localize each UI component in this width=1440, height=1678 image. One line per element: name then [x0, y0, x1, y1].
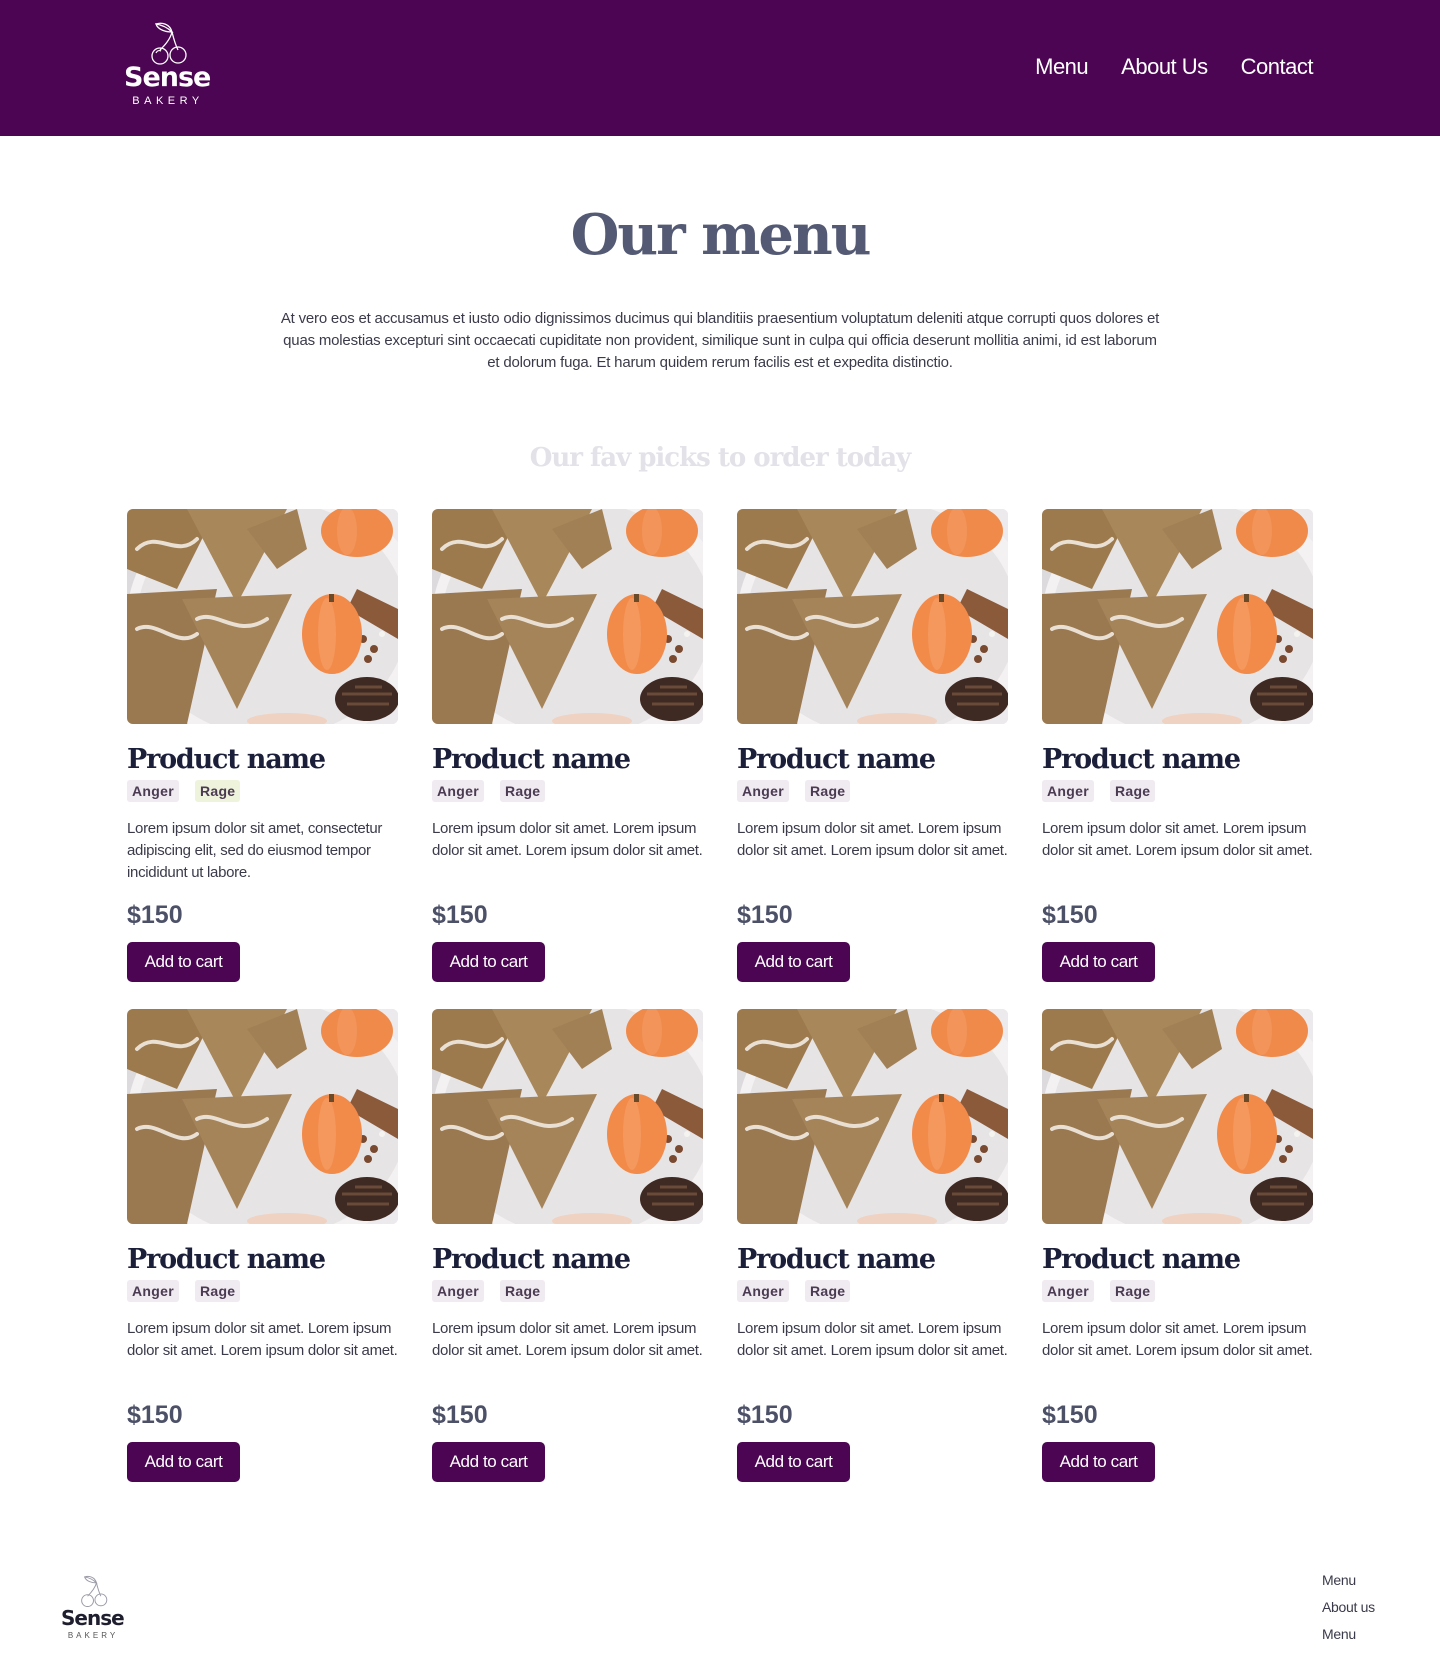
brand-tagline: BAKERY [132, 95, 204, 107]
cherry-icon [81, 1575, 108, 1608]
product-card: Product name Anger Rage Lorem ipsum dolo… [737, 1009, 1008, 1482]
tag-badge: Anger [737, 780, 789, 802]
add-to-cart-button[interactable]: Add to cart [737, 1442, 850, 1482]
product-name: Product name [432, 1244, 631, 1275]
product-price: $150 [737, 901, 793, 929]
tag-badge: Anger [127, 1280, 179, 1302]
product-card: Product name Anger Rage Lorem ipsum dolo… [127, 509, 398, 982]
product-name: Product name [1042, 744, 1241, 775]
tag-badge: Rage [1109, 1280, 1156, 1302]
product-price: $150 [432, 1401, 488, 1429]
product-image [1042, 509, 1313, 724]
product-description: Lorem ipsum dolor sit amet. Lorem ipsum … [432, 820, 703, 859]
product-tags: Anger Rage [1042, 780, 1313, 802]
add-to-cart-button[interactable]: Add to cart [1042, 1442, 1155, 1482]
product-card: Product name Anger Rage Lorem ipsum dolo… [737, 509, 1008, 982]
product-image [127, 1009, 398, 1224]
product-description: Lorem ipsum dolor sit amet, consectetur … [127, 820, 383, 881]
add-to-cart-button[interactable]: Add to cart [127, 942, 240, 982]
footer-nav: Menu About us Menu [1322, 1570, 1375, 1644]
main-nav: Menu About Us Contact [1035, 50, 1313, 84]
product-name: Product name [432, 744, 631, 775]
product-card: Product name Anger Rage Lorem ipsum dolo… [1042, 509, 1313, 982]
product-price: $150 [737, 1401, 793, 1429]
product-card: Product name Anger Rage Lorem ipsum dolo… [432, 509, 703, 982]
product-tags: Anger Rage [432, 1280, 703, 1302]
page-title: Our menu [570, 202, 872, 268]
cherry-icon [151, 22, 187, 65]
tag-badge: Rage [194, 780, 241, 802]
product-description: Lorem ipsum dolor sit amet. Lorem ipsum … [432, 1320, 703, 1359]
footer-brand-name: Sense [61, 1606, 125, 1630]
brand-logo[interactable]: Sense BAKERY [124, 20, 211, 116]
tag-badge: Anger [432, 1280, 484, 1302]
product-image [737, 1009, 1008, 1224]
product-price: $150 [1042, 1401, 1098, 1429]
product-description: Lorem ipsum dolor sit amet. Lorem ipsum … [1042, 1320, 1313, 1359]
product-image [737, 509, 1008, 724]
tag-badge: Anger [432, 780, 484, 802]
product-image [127, 509, 398, 724]
product-tags: Anger Rage [1042, 1280, 1313, 1302]
tag-badge: Anger [1042, 1280, 1094, 1302]
footer-logo[interactable]: Sense BAKERY [61, 1574, 125, 1644]
tag-badge: Rage [499, 1280, 546, 1302]
add-to-cart-button[interactable]: Add to cart [737, 942, 850, 982]
product-card: Product name Anger Rage Lorem ipsum dolo… [432, 1009, 703, 1482]
brand-name: Sense [124, 62, 211, 93]
product-image [432, 509, 703, 724]
add-to-cart-button[interactable]: Add to cart [432, 1442, 545, 1482]
add-to-cart-button[interactable]: Add to cart [1042, 942, 1155, 982]
tag-badge: Rage [194, 1280, 241, 1302]
tag-badge: Anger [127, 780, 179, 802]
intro-text: At vero eos et accusamus et iusto odio d… [280, 310, 1160, 371]
product-description: Lorem ipsum dolor sit amet. Lorem ipsum … [1042, 820, 1313, 859]
tag-badge: Rage [804, 780, 851, 802]
product-tags: Anger Rage [127, 780, 398, 802]
product-name: Product name [737, 1244, 936, 1275]
product-price: $150 [127, 901, 183, 929]
product-name: Product name [127, 1244, 326, 1275]
tag-badge: Rage [499, 780, 546, 802]
product-tags: Anger Rage [737, 780, 1008, 802]
product-card: Product name Anger Rage Lorem ipsum dolo… [1042, 1009, 1313, 1482]
product-description: Lorem ipsum dolor sit amet. Lorem ipsum … [737, 1320, 1008, 1359]
site-header: Sense BAKERY Menu About Us Contact [0, 0, 1440, 136]
footer-brand-tagline: BAKERY [67, 1631, 119, 1640]
footer-link-about-us[interactable]: About us [1322, 1597, 1375, 1617]
nav-about-us[interactable]: About Us [1121, 50, 1208, 84]
tag-badge: Rage [804, 1280, 851, 1302]
footer-link-menu[interactable]: Menu [1322, 1570, 1375, 1590]
nav-menu[interactable]: Menu [1035, 50, 1089, 84]
product-image [432, 1009, 703, 1224]
product-tags: Anger Rage [432, 780, 703, 802]
nav-contact[interactable]: Contact [1241, 50, 1314, 84]
tag-badge: Anger [1042, 780, 1094, 802]
product-tags: Anger Rage [737, 1280, 1008, 1302]
add-to-cart-button[interactable]: Add to cart [127, 1442, 240, 1482]
product-price: $150 [1042, 901, 1098, 929]
product-name: Product name [737, 744, 936, 775]
tag-badge: Rage [1109, 780, 1156, 802]
tag-badge: Anger [737, 1280, 789, 1302]
product-description: Lorem ipsum dolor sit amet. Lorem ipsum … [737, 820, 1008, 859]
product-image [1042, 1009, 1313, 1224]
product-grid: Product name Anger Rage Lorem ipsum dolo… [127, 509, 1313, 1482]
product-name: Product name [127, 744, 326, 775]
product-description: Lorem ipsum dolor sit amet. Lorem ipsum … [127, 1320, 398, 1359]
product-price: $150 [432, 901, 488, 929]
footer-link-menu-2[interactable]: Menu [1322, 1624, 1375, 1644]
product-tags: Anger Rage [127, 1280, 398, 1302]
add-to-cart-button[interactable]: Add to cart [432, 942, 545, 982]
product-name: Product name [1042, 1244, 1241, 1275]
product-card: Product name Anger Rage Lorem ipsum dolo… [127, 1009, 398, 1482]
section-subtitle: Our fav picks to order today [529, 443, 911, 473]
product-price: $150 [127, 1401, 183, 1429]
